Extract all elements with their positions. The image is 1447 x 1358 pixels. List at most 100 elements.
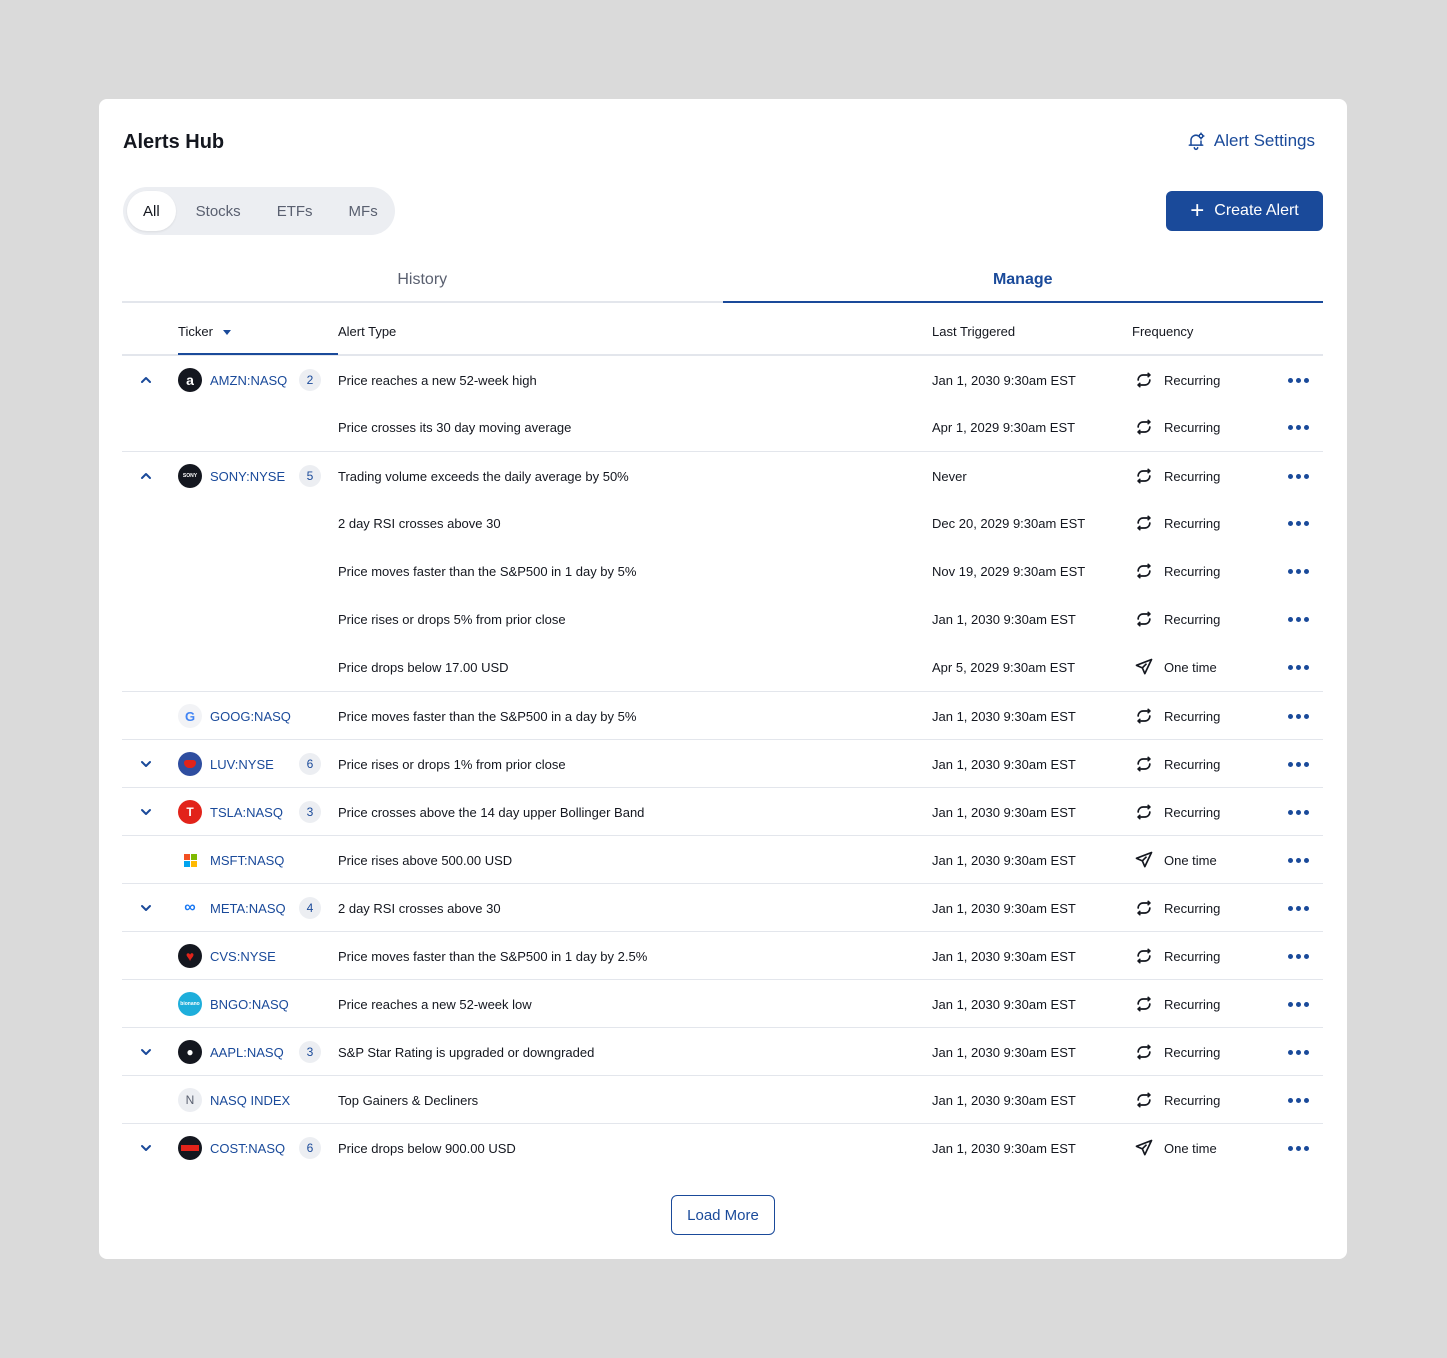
sort-down-icon <box>222 330 231 336</box>
plus-icon: + <box>1190 197 1205 224</box>
more-options-icon[interactable] <box>1282 1028 1314 1076</box>
alert-row[interactable]: Price drops below 17.00 USD Apr 5, 2029 9… <box>122 643 1323 691</box>
ticker-link[interactable]: NASQ INDEX <box>210 1076 290 1124</box>
chevron-down-icon[interactable] <box>134 788 158 836</box>
ticker-link[interactable]: BNGO:NASQ <box>210 980 289 1028</box>
recurring-icon <box>1132 403 1156 451</box>
frequency: Recurring <box>1164 1044 1221 1060</box>
alert-type: Price crosses above the 14 day upper Bol… <box>338 804 645 820</box>
alert-count-badge: 2 <box>298 356 322 404</box>
more-options-icon[interactable] <box>1282 595 1314 643</box>
ticker-link[interactable]: MSFT:NASQ <box>210 836 284 884</box>
more-options-icon[interactable] <box>1282 547 1314 595</box>
frequency: Recurring <box>1164 563 1221 579</box>
more-options-icon[interactable] <box>1282 836 1314 884</box>
costco-logo-icon <box>178 1124 202 1172</box>
filter-stocks[interactable]: Stocks <box>180 191 257 231</box>
filter-all[interactable]: All <box>127 191 176 231</box>
alert-count-badge: 3 <box>298 1028 322 1076</box>
alert-row[interactable]: Price crosses its 30 day moving average A… <box>122 403 1323 451</box>
chevron-up-icon[interactable] <box>134 452 158 500</box>
ticker-link[interactable]: META:NASQ <box>210 884 286 932</box>
more-options-icon[interactable] <box>1282 740 1314 788</box>
more-options-icon[interactable] <box>1282 884 1314 932</box>
alert-row[interactable]: T TSLA:NASQ 3 Price crosses above the 14 da… <box>122 787 1323 835</box>
frequency: Recurring <box>1164 1092 1221 1108</box>
meta-logo-icon: ∞ <box>184 899 196 916</box>
ticker-link[interactable]: SONY:NYSE <box>210 452 285 500</box>
alert-type: Price reaches a new 52-week low <box>338 996 532 1012</box>
ticker-link[interactable]: AAPL:NASQ <box>210 1028 284 1076</box>
chevron-down-icon[interactable] <box>134 740 158 788</box>
frequency: One time <box>1164 659 1217 675</box>
more-options-icon[interactable] <box>1282 932 1314 980</box>
create-alert-button[interactable]: + Create Alert <box>1166 191 1323 231</box>
ticker-link[interactable]: GOOG:NASQ <box>210 692 291 740</box>
table-body: a AMZN:NASQ 2 Price reaches a new 52-week h… <box>122 355 1323 1171</box>
last-triggered: Apr 5, 2029 9:30am EST <box>932 659 1076 675</box>
ticker-link[interactable]: COST:NASQ <box>210 1124 285 1172</box>
ticker-header-label: Ticker <box>178 324 213 339</box>
more-options-icon[interactable] <box>1282 1076 1314 1124</box>
filter-etfs[interactable]: ETFs <box>261 191 329 231</box>
ticker-column-header[interactable]: Ticker <box>178 307 338 355</box>
more-options-icon[interactable] <box>1282 499 1314 547</box>
frequency: Recurring <box>1164 611 1221 627</box>
filter-mfs[interactable]: MFs <box>333 191 394 231</box>
recurring-icon <box>1132 595 1156 643</box>
ticker-link[interactable]: CVS:NYSE <box>210 932 276 980</box>
bionano-logo-icon: bionano <box>178 980 202 1028</box>
frequency-column-header: Frequency <box>1132 324 1194 339</box>
chevron-up-icon[interactable] <box>134 356 158 404</box>
more-options-icon[interactable] <box>1282 1124 1314 1172</box>
recurring-icon <box>1132 740 1156 788</box>
ticker-link[interactable]: AMZN:NASQ <box>210 356 287 404</box>
alert-row[interactable]: G GOOG:NASQ Price moves faster than the S&… <box>122 691 1323 739</box>
alert-row[interactable]: MSFT:NASQ Price rises above 500.00 USD Jan… <box>122 835 1323 883</box>
alert-row[interactable]: LUV:NYSE 6 Price rises or drops 1% from pr… <box>122 739 1323 787</box>
chevron-down-icon[interactable] <box>134 1028 158 1076</box>
alert-row[interactable]: Price moves faster than the S&P500 in 1 … <box>122 547 1323 595</box>
more-options-icon[interactable] <box>1282 692 1314 740</box>
ticker-link[interactable]: TSLA:NASQ <box>210 788 283 836</box>
last-triggered: Never <box>932 468 967 484</box>
alert-row[interactable]: bionano BNGO:NASQ Price reaches a new 52-w… <box>122 979 1323 1027</box>
tab-manage[interactable]: Manage <box>722 259 1324 303</box>
alert-row[interactable]: ∞ META:NASQ 4 2 day RSI crosses above 30 Jan… <box>122 883 1323 931</box>
frequency: Recurring <box>1164 996 1221 1012</box>
more-options-icon[interactable] <box>1282 980 1314 1028</box>
alert-row[interactable]: SONY SONY:NYSE 5 Trading volume exceeds the… <box>122 451 1323 499</box>
apple-logo-icon: ● <box>178 1028 202 1076</box>
cvs-logo-icon: ♥ <box>178 932 202 980</box>
chevron-down-icon[interactable] <box>134 884 158 932</box>
send-icon <box>1132 643 1156 691</box>
alert-row[interactable]: N NASQ INDEX Top Gainers & Decliners Jan 1,… <box>122 1075 1323 1123</box>
alert-row[interactable]: ● AAPL:NASQ 3 S&P Star Rating is upgraded o… <box>122 1027 1323 1075</box>
last-triggered: Jan 1, 2030 9:30am EST <box>932 708 1076 724</box>
chevron-down-icon[interactable] <box>134 1124 158 1172</box>
southwest-logo-icon <box>178 740 202 788</box>
alert-settings-link[interactable]: Alert Settings <box>1186 131 1315 151</box>
frequency: Recurring <box>1164 708 1221 724</box>
alert-row[interactable]: a AMZN:NASQ 2 Price reaches a new 52-week h… <box>122 355 1323 403</box>
alert-row[interactable]: ♥ CVS:NYSE Price moves faster than the S&P… <box>122 931 1323 979</box>
alert-settings-label: Alert Settings <box>1213 131 1315 150</box>
alert-type: Price rises or drops 5% from prior close <box>338 611 566 627</box>
send-icon <box>1132 836 1156 884</box>
last-triggered: Jan 1, 2030 9:30am EST <box>932 1140 1076 1156</box>
alert-row[interactable]: COST:NASQ 6 Price drops below 900.00 USD Ja… <box>122 1123 1323 1171</box>
ticker-link[interactable]: LUV:NYSE <box>210 740 274 788</box>
alert-row[interactable]: Price rises or drops 5% from prior close… <box>122 595 1323 643</box>
alert-type: Price moves faster than the S&P500 in 1 … <box>338 948 648 964</box>
alert-count-badge: 6 <box>298 740 322 788</box>
load-more-button[interactable]: Load More <box>671 1195 775 1235</box>
more-options-icon[interactable] <box>1282 643 1314 691</box>
more-options-icon[interactable] <box>1282 356 1314 404</box>
tab-history[interactable]: History <box>122 259 723 301</box>
more-options-icon[interactable] <box>1282 788 1314 836</box>
frequency: Recurring <box>1164 948 1221 964</box>
more-options-icon[interactable] <box>1282 403 1314 451</box>
alert-type: Price rises above 500.00 USD <box>338 852 513 868</box>
more-options-icon[interactable] <box>1282 452 1314 500</box>
alert-row[interactable]: 2 day RSI crosses above 30 Dec 20, 2029 9… <box>122 499 1323 547</box>
